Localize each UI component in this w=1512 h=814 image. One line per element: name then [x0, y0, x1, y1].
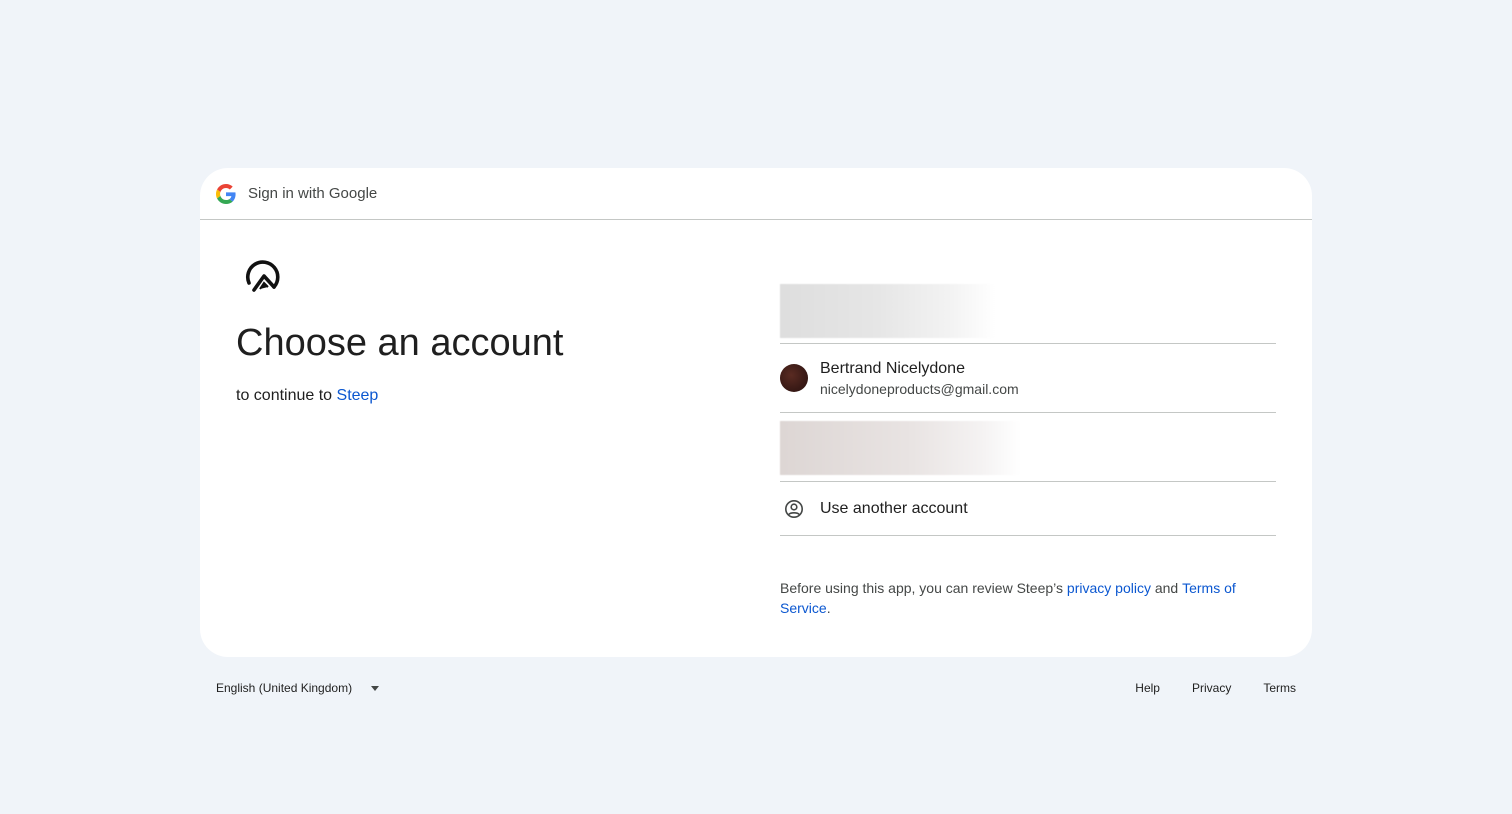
redacted-block — [780, 284, 995, 338]
sign-in-card: Sign in with Google Choose an account to… — [200, 168, 1312, 657]
privacy-policy-link[interactable]: privacy policy — [1067, 580, 1151, 596]
account-info: Bertrand Nicelydone nicelydoneproducts@g… — [820, 360, 1019, 397]
use-another-account-label: Use another account — [820, 499, 968, 517]
language-selector[interactable]: English (United Kingdom) — [200, 681, 380, 695]
avatar — [780, 364, 808, 392]
caret-down-icon — [371, 685, 380, 691]
account-name: Bertrand Nicelydone — [820, 359, 965, 377]
disclaimer-prefix: Before using this app, you can review St… — [780, 580, 1067, 596]
language-label: English (United Kingdom) — [216, 681, 353, 695]
account-list: Bertrand Nicelydone nicelydoneproducts@g… — [780, 284, 1276, 618]
app-name-link[interactable]: Steep — [337, 387, 379, 404]
page-title: Choose an account — [236, 322, 564, 364]
footer-privacy-link[interactable]: Privacy — [1192, 681, 1231, 695]
footer-links: Help Privacy Terms — [1103, 681, 1312, 695]
account-email: nicelydoneproducts@gmail.com — [820, 380, 1019, 397]
disclaimer-and: and — [1150, 580, 1183, 596]
redacted-account-row[interactable] — [780, 284, 1276, 344]
card-header: Sign in with Google — [200, 168, 1312, 220]
redacted-block — [780, 421, 1020, 475]
header-title: Sign in with Google — [248, 185, 378, 202]
footer-help-link[interactable]: Help — [1135, 681, 1160, 695]
google-g-icon — [216, 183, 236, 204]
use-another-account-button[interactable]: Use another account — [780, 482, 1276, 536]
subtitle: to continue to Steep — [236, 387, 563, 405]
subtitle-prefix: to continue to — [236, 387, 337, 404]
left-panel: Choose an account to continue to Steep — [236, 256, 563, 405]
account-circle-icon — [780, 495, 808, 523]
redacted-account-row[interactable] — [780, 413, 1276, 482]
footer: English (United Kingdom) Help Privacy Te… — [200, 676, 1312, 700]
account-row[interactable]: Bertrand Nicelydone nicelydoneproducts@g… — [780, 344, 1276, 413]
steep-app-logo-icon — [245, 260, 280, 292]
disclaimer-suffix: . — [826, 600, 831, 616]
disclaimer: Before using this app, you can review St… — [780, 578, 1276, 618]
footer-terms-link[interactable]: Terms — [1263, 681, 1296, 695]
